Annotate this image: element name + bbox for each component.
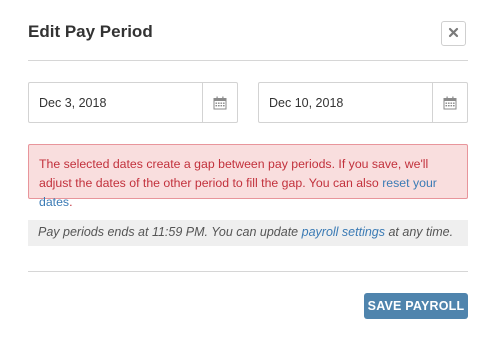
end-date-value: Dec 10, 2018	[269, 96, 344, 110]
note-suffix: at any time.	[388, 225, 454, 239]
payroll-settings-link[interactable]: payroll settings	[302, 225, 385, 239]
start-date-value: Dec 3, 2018	[39, 96, 107, 110]
calendar-icon[interactable]	[202, 83, 237, 122]
calendar-icon[interactable]	[432, 83, 467, 122]
end-date-field[interactable]: Dec 10, 2018	[258, 82, 468, 123]
note-prefix: Pay periods ends at 11:59 PM. You can up…	[38, 225, 299, 239]
save-payroll-button[interactable]: SAVE PAYROLL	[364, 293, 468, 319]
alert-message: The selected dates create a gap between …	[39, 157, 429, 190]
dialog-title: Edit Pay Period	[28, 22, 153, 41]
edit-pay-period-dialog: Edit Pay Period Dec 3, 2018 Dec 10, 2018…	[0, 0, 496, 345]
close-button[interactable]	[441, 21, 466, 46]
start-date-field[interactable]: Dec 3, 2018	[28, 82, 238, 123]
gap-warning-alert: The selected dates create a gap between …	[28, 144, 468, 209]
pay-period-note: Pay periods ends at 11:59 PM. You can up…	[28, 220, 468, 246]
alert-suffix: .	[69, 195, 73, 209]
close-icon	[448, 25, 459, 43]
header-divider	[28, 60, 468, 61]
footer-divider	[28, 271, 468, 272]
